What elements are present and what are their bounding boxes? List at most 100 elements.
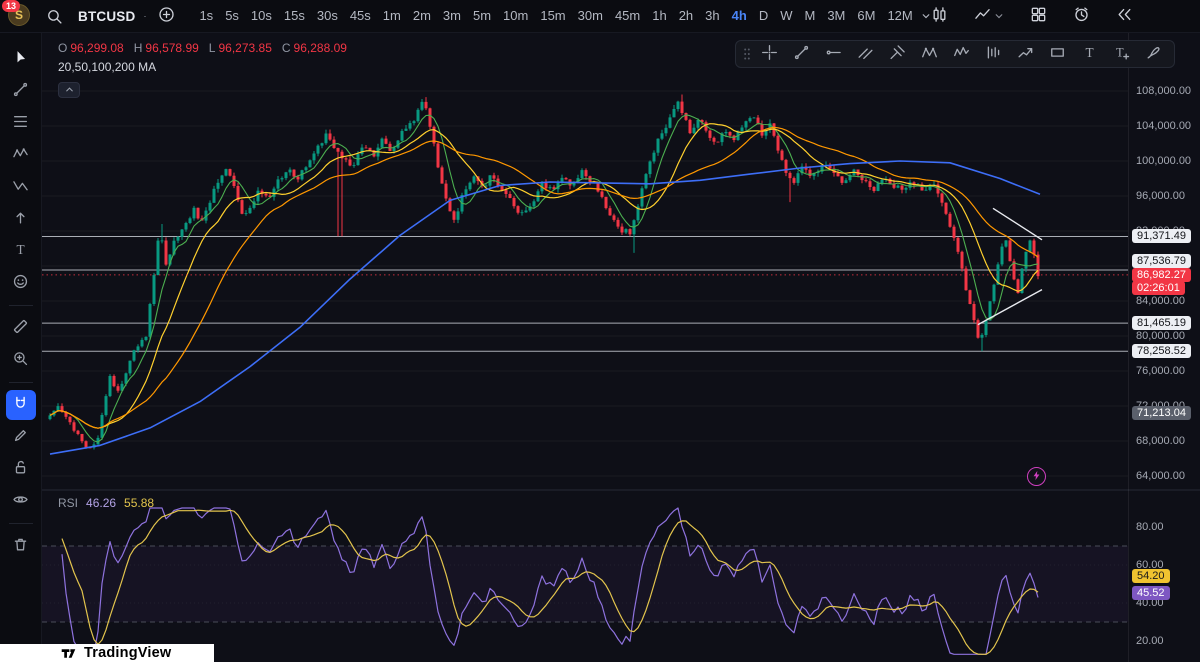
rsi-axis-label: 20.00 (1136, 635, 1164, 647)
interval-12M[interactable]: 12M (881, 4, 918, 28)
drawtool-elliott-correction[interactable] (945, 41, 977, 67)
interval-3h[interactable]: 3h (699, 4, 725, 28)
interval-W[interactable]: W (774, 4, 798, 28)
interval-1s[interactable]: 1s (193, 4, 219, 28)
price-axis-label: 68,000.00 (1136, 435, 1185, 447)
tool-fib-retracement[interactable] (6, 108, 36, 138)
tool-trend-line[interactable] (6, 76, 36, 106)
symbol-name[interactable]: BTCUSD (78, 9, 135, 24)
interval-3M[interactable]: 3M (821, 4, 851, 28)
interval-1h[interactable]: 1h (646, 4, 672, 28)
notification-badge: 13 (2, 0, 20, 12)
drawtool-xabcd-pattern[interactable] (913, 41, 945, 67)
interval-2h[interactable]: 2h (673, 4, 699, 28)
interval-M[interactable]: M (798, 4, 821, 28)
drawtool-bars-pattern[interactable] (977, 41, 1009, 67)
horizontal-ray-icon (825, 44, 842, 64)
rsi-legend[interactable]: RSI 46.26 55.88 (58, 496, 154, 510)
tool-projection[interactable] (6, 204, 36, 234)
interval-45m[interactable]: 45m (609, 4, 646, 28)
drawtool-brush[interactable] (1137, 41, 1169, 67)
ruler-icon (12, 318, 29, 338)
pitchfork-icon (889, 44, 906, 64)
price-level-badge: 91,371.49 (1132, 229, 1191, 243)
price-level-badge: 81,465.19 (1132, 316, 1191, 330)
drawtool-horizontal-ray[interactable] (817, 41, 849, 67)
tool-cursor[interactable] (6, 44, 36, 74)
drawtool-crosshair[interactable] (753, 41, 785, 67)
interval-15s[interactable]: 15s (278, 4, 311, 28)
open-label: O (58, 41, 67, 55)
alert-clock-icon (1073, 6, 1090, 26)
interval-30m[interactable]: 30m (572, 4, 609, 28)
user-menu[interactable]: S 13 (8, 4, 32, 28)
interval-10m[interactable]: 10m (497, 4, 534, 28)
tool-zoom-in[interactable] (6, 345, 36, 375)
drag-handle-icon[interactable] (741, 47, 753, 61)
tool-trash[interactable] (6, 531, 36, 561)
interval-15m[interactable]: 15m (534, 4, 571, 28)
interval-10s[interactable]: 10s (245, 4, 278, 28)
tradingview-watermark[interactable]: TradingView (0, 644, 214, 662)
drawtool-forecast[interactable] (1009, 41, 1041, 67)
multichart-layout-button[interactable] (1030, 6, 1047, 26)
tool-text[interactable]: T (6, 236, 36, 266)
interval-3m[interactable]: 3m (437, 4, 467, 28)
candle-countdown-badge: 02:26:01 (1132, 281, 1185, 295)
drawtool-rectangle[interactable] (1041, 41, 1073, 67)
drawtool-anchored-text[interactable]: T (1105, 41, 1137, 67)
tool-pattern[interactable] (6, 172, 36, 202)
hide-icon (12, 491, 29, 511)
zoom-in-icon (12, 350, 29, 370)
interval-5s[interactable]: 5s (219, 4, 245, 28)
interval-1m[interactable]: 1m (377, 4, 407, 28)
search-icon (46, 8, 63, 25)
fib-retracement-icon (12, 113, 29, 133)
symbol-search[interactable]: BTCUSD· (46, 8, 146, 25)
tradingview-logo-icon (60, 645, 77, 662)
chart-style-button[interactable] (974, 6, 1004, 26)
tool-elliott-wave[interactable] (6, 140, 36, 170)
chart-canvas[interactable] (42, 33, 1200, 662)
interval-4h[interactable]: 4h (726, 4, 753, 28)
topbar-right-icons (931, 6, 1133, 26)
tool-emoji[interactable] (6, 268, 36, 298)
alert-clock-button[interactable] (1073, 6, 1090, 26)
tool-magnet[interactable] (6, 390, 36, 420)
collapse-pane-button[interactable] (58, 82, 80, 98)
pattern-icon (12, 177, 29, 197)
brand-name: TradingView (84, 645, 171, 661)
tool-unlock[interactable] (6, 454, 36, 484)
drawtool-pitchfork[interactable] (881, 41, 913, 67)
drawing-toolbar: TT (735, 40, 1175, 68)
drawtool-parallel-channel[interactable] (849, 41, 881, 67)
price-axis-label: 108,000.00 (1136, 85, 1191, 97)
interval-5m[interactable]: 5m (467, 4, 497, 28)
interval-6M[interactable]: 6M (851, 4, 881, 28)
bar-replay-button[interactable] (1116, 6, 1133, 26)
tool-hide[interactable] (6, 486, 36, 516)
chart-candles-button[interactable] (931, 6, 948, 26)
divider (9, 523, 33, 524)
ma-indicator-legend[interactable]: 20,50,100,200 MA (58, 60, 156, 74)
crosshair-icon (761, 44, 778, 64)
drawtool-trend-line[interactable] (785, 41, 817, 67)
svg-text:T: T (1116, 46, 1124, 60)
interval-45s[interactable]: 45s (344, 4, 377, 28)
tool-draw[interactable] (6, 422, 36, 452)
flash-button[interactable] (1027, 467, 1046, 486)
svg-text:T: T (16, 242, 24, 257)
chart-area[interactable]: O96,299.08 H96,578.99 L96,273.85 C96,288… (42, 33, 1200, 662)
price-axis[interactable]: 108,000.00104,000.00100,000.0096,000.009… (1128, 33, 1200, 662)
interval-2m[interactable]: 2m (407, 4, 437, 28)
interval-30s[interactable]: 30s (311, 4, 344, 28)
price-axis-label: 64,000.00 (1136, 470, 1185, 482)
rsi-ma-value: 55.88 (124, 496, 154, 510)
drawtool-text[interactable]: T (1073, 41, 1105, 67)
tool-ruler[interactable] (6, 313, 36, 343)
interval-dropdown-button[interactable] (921, 9, 931, 24)
chevron-down-icon (994, 11, 1004, 21)
drawing-tools-rail: T (0, 33, 42, 662)
compare-add-button[interactable] (158, 6, 175, 26)
interval-D[interactable]: D (753, 4, 774, 28)
